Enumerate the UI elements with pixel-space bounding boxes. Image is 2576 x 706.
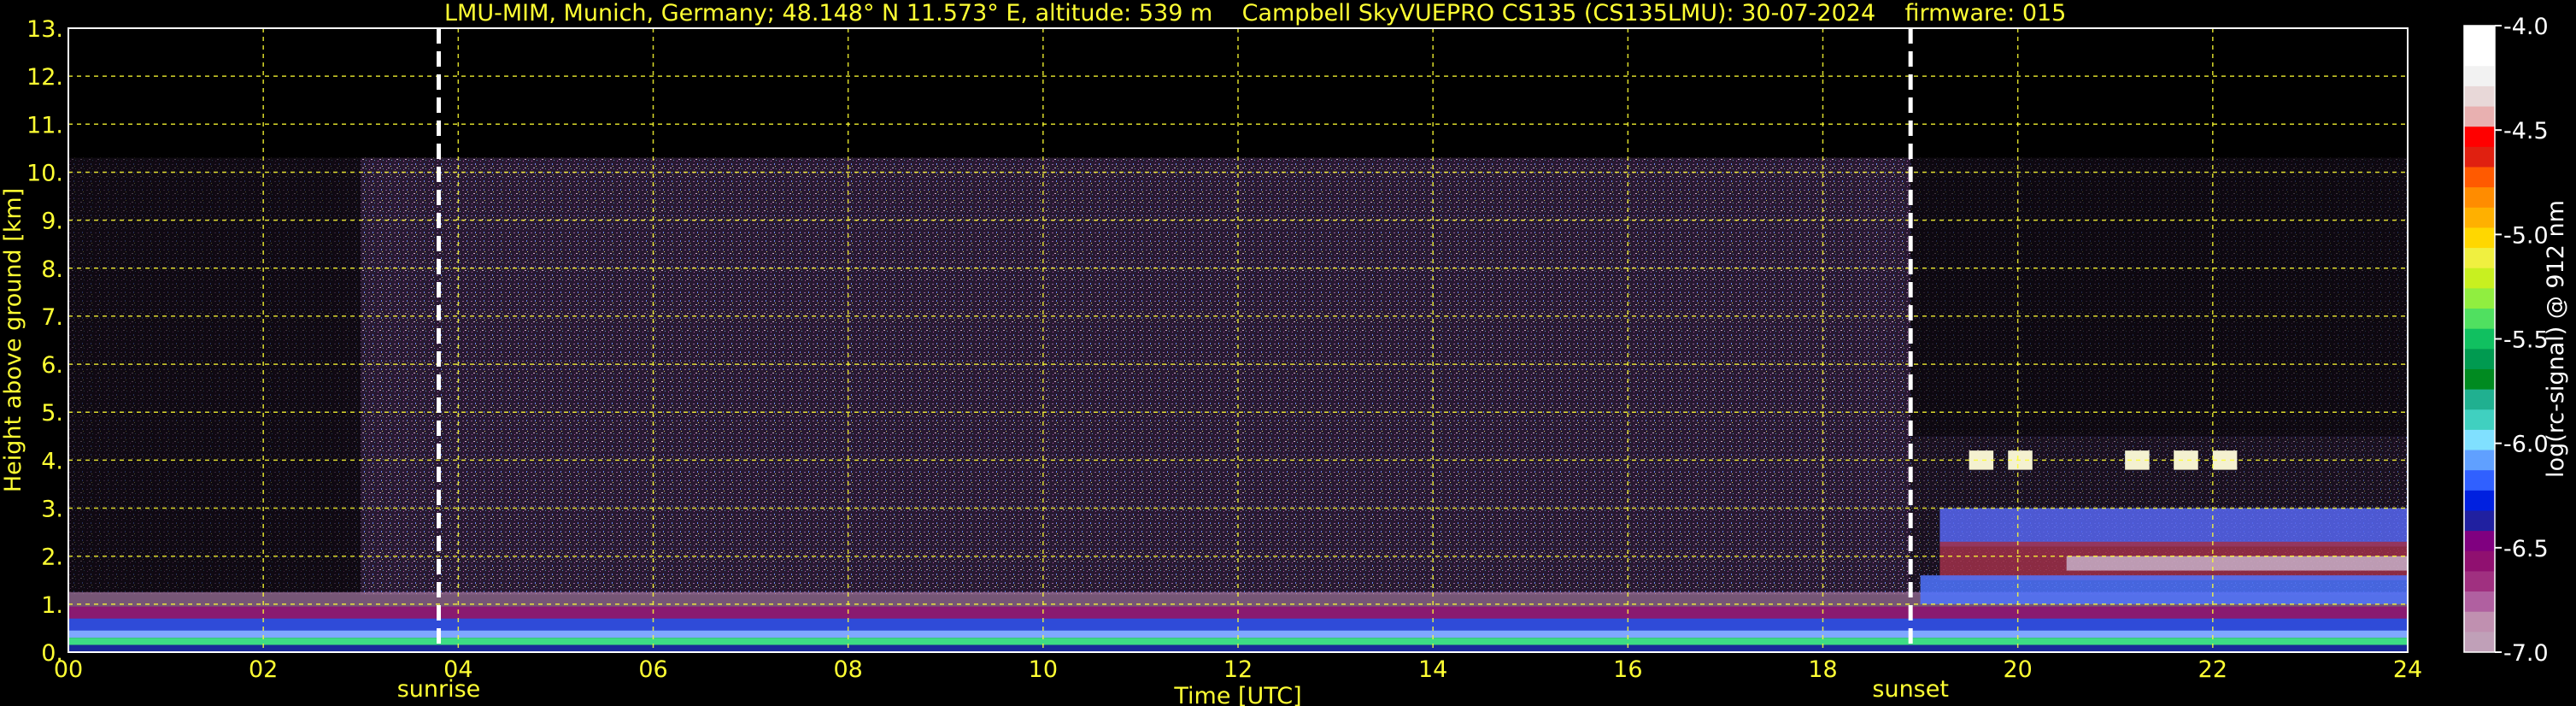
evening-layer-lower <box>1920 575 2408 604</box>
colorbar-segment <box>2464 227 2495 249</box>
colorbar-segment <box>2464 368 2495 391</box>
colorbar-segment <box>2464 389 2495 410</box>
x-tick-label: 08 <box>833 656 862 683</box>
colorbar-segment <box>2464 207 2495 228</box>
colorbar-tick-label: -7.0 <box>2503 640 2549 667</box>
sunrise-label: sunrise <box>397 676 481 703</box>
y-tick-label: 6. <box>41 352 63 379</box>
colorbar-segment <box>2464 126 2495 148</box>
colorbar-segment <box>2464 591 2495 613</box>
colorbar-segment <box>2464 429 2495 451</box>
colorbar-tick-label: -5.0 <box>2503 222 2549 249</box>
colorbar-segment <box>2464 510 2495 532</box>
colorbar-tick-label: -4.0 <box>2503 14 2549 40</box>
colorbar-segment <box>2464 146 2495 168</box>
x-tick-label: 02 <box>249 656 278 683</box>
y-tick-label: 11. <box>26 112 63 138</box>
y-tick-label: 1. <box>41 592 63 619</box>
noise-night-early <box>68 157 361 595</box>
x-tick-label: 22 <box>2198 656 2227 683</box>
x-tick-label: 24 <box>2393 656 2422 683</box>
colorbar-segment <box>2464 611 2495 632</box>
y-tick-label: 12. <box>26 64 63 91</box>
y-tick-label: 7. <box>41 304 63 331</box>
colorbar-segment <box>2464 328 2495 350</box>
colorbar-segment <box>2464 531 2495 552</box>
colorbar-segment <box>2464 248 2495 269</box>
noise-night-late <box>1910 157 2408 437</box>
colorbar-tick-label: -5.5 <box>2503 327 2549 354</box>
colorbar-segment <box>2464 187 2495 209</box>
colorbar-tick-label: -6.5 <box>2503 536 2549 562</box>
y-tick-label: 9. <box>41 209 63 235</box>
cloud-patch-0 <box>1969 450 1994 470</box>
colorbar-segment <box>2464 167 2495 188</box>
colorbar-segment <box>2464 268 2495 289</box>
y-tick-label: 0. <box>41 640 63 667</box>
colorbar-segment <box>2464 490 2495 511</box>
ceilometer-chart: 00 02 04 06 08 10 12 14 16 18 20 22 240.1.2.3.4.5.6.… <box>0 14 2569 706</box>
x-axis-label: Time [UTC] <box>1173 683 1301 706</box>
colorbar-segment <box>2464 550 2495 572</box>
evening-layer-upper <box>1939 508 2408 547</box>
colorbar-segment <box>2464 632 2495 653</box>
y-tick-label: 4. <box>41 448 63 474</box>
y-tick-label: 13. <box>26 16 63 43</box>
colorbar-tick-label: -4.5 <box>2503 118 2549 144</box>
colorbar-segment <box>2464 571 2495 592</box>
colorbar-segment <box>2464 66 2495 87</box>
x-tick-label: 16 <box>1613 656 1642 683</box>
colorbar-segment <box>2464 288 2495 309</box>
y-tick-label: 5. <box>41 400 63 427</box>
colorbar-segment <box>2464 45 2495 67</box>
colorbar-segment <box>2464 85 2495 108</box>
colorbar-segment <box>2464 106 2495 127</box>
sunset-label: sunset <box>1872 676 1949 703</box>
y-axis-label: Height above ground [km] <box>0 188 26 492</box>
colorbar-tick-label: -6.0 <box>2503 432 2549 458</box>
colorbar-segment <box>2464 349 2495 370</box>
evening-layer-bright <box>2066 556 2408 571</box>
y-tick-label: 10. <box>26 160 63 186</box>
y-tick-label: 8. <box>41 256 63 283</box>
colorbar-segment <box>2464 309 2495 330</box>
x-tick-label: 12 <box>1223 656 1253 683</box>
y-tick-label: 3. <box>41 497 63 523</box>
x-tick-label: 10 <box>1029 656 1058 683</box>
colorbar-segment <box>2464 450 2495 471</box>
colorbar-segment <box>2464 409 2495 431</box>
colorbar-label: log(rc-signal) @ 912 nm <box>2543 200 2569 478</box>
y-tick-label: 2. <box>41 544 63 571</box>
cloud-patch-3 <box>2174 450 2198 470</box>
x-tick-label: 20 <box>2003 656 2032 683</box>
x-tick-label: 14 <box>1418 656 1447 683</box>
colorbar-segment <box>2464 470 2495 491</box>
x-tick-label: 06 <box>638 656 667 683</box>
noise-daytime <box>361 157 1911 595</box>
x-tick-label: 18 <box>1808 656 1837 683</box>
colorbar-segment <box>2464 26 2495 47</box>
